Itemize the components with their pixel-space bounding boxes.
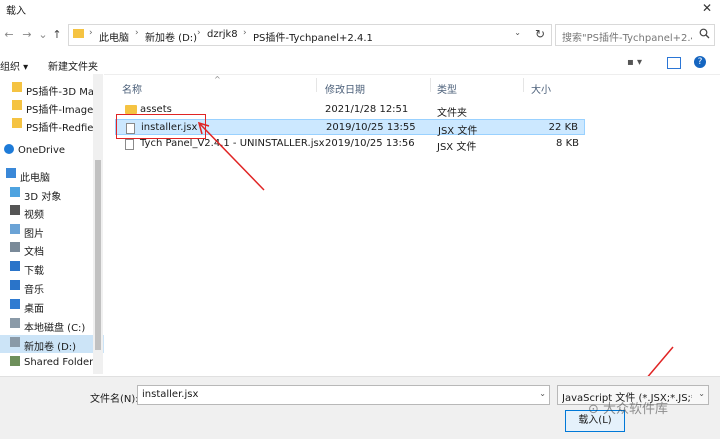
annotation-arrows: [197, 121, 674, 415]
filename-value: installer.jsx: [142, 389, 199, 400]
chevron-down-icon[interactable]: ⌄: [539, 389, 546, 398]
watermark-text: ⊙ 大众软件库: [588, 402, 669, 417]
filename-label: 文件名(N):: [90, 394, 139, 405]
filename-input[interactable]: installer.jsx ⌄: [137, 385, 550, 405]
chevron-down-icon[interactable]: ⌄: [698, 389, 705, 398]
annotation-arrow-1: [199, 123, 265, 191]
